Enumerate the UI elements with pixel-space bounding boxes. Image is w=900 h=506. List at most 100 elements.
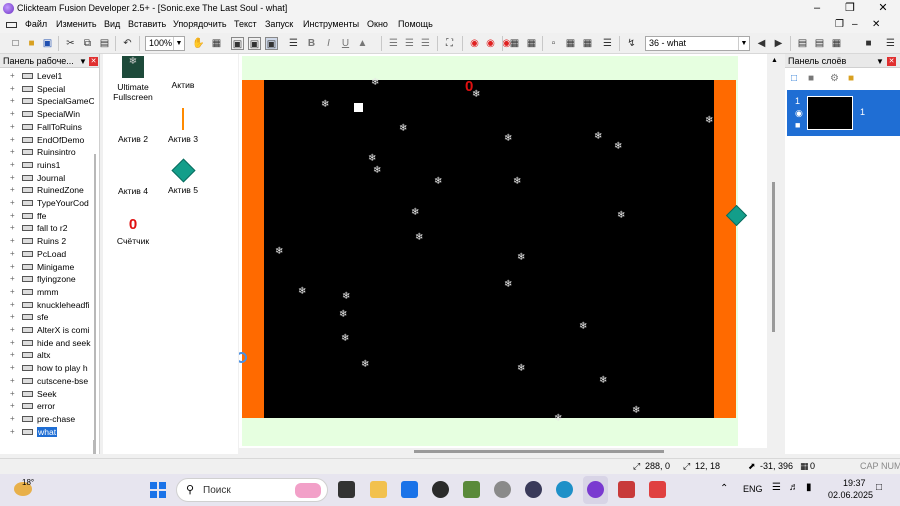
align-right-icon[interactable]: ☰ [419,37,432,50]
snowflake-icon[interactable]: ❄ [594,132,602,142]
snowflake-icon[interactable]: ❄ [321,100,329,110]
restore-icon[interactable]: ❐ [835,19,844,30]
menu-arrange[interactable]: Упорядочить [173,19,227,29]
paste-icon[interactable]: ▤ [98,37,111,50]
expand-icon[interactable]: + [10,186,18,194]
align-left-icon[interactable]: ☰ [387,37,400,50]
underline-icon[interactable]: U [339,37,352,50]
stop-icon[interactable]: ◉ [468,37,481,50]
italic-icon[interactable]: I [322,37,335,50]
menu-text[interactable]: Текст [234,19,257,29]
previous-frame-icon[interactable]: ◀ [755,37,768,50]
data-elements-icon[interactable]: ▦ [581,37,594,50]
clickteam-fusion-icon[interactable] [587,481,604,498]
workspace-frame-item[interactable]: + error [0,400,94,413]
lock-layer-icon[interactable]: ■ [848,73,854,84]
workspace-frame-item[interactable]: + Ruins 2 [0,235,94,248]
snowflake-icon[interactable]: ❄ [434,177,442,187]
snowflake-icon[interactable]: ❄ [361,360,369,370]
snowflake-icon[interactable]: ❄ [368,154,376,164]
workspace-frame-item[interactable]: + flyingzone [0,273,94,286]
expand-icon[interactable]: + [10,84,18,93]
pin-icon[interactable]: ▼ [79,57,87,66]
expand-icon[interactable]: + [10,237,18,245]
file-explorer-icon[interactable] [370,481,387,498]
expand-icon[interactable]: + [10,275,18,283]
expand-icon[interactable]: + [10,414,18,423]
app-icon-2[interactable] [525,481,542,498]
view-icon[interactable]: ▣ [248,37,261,50]
copy-icon[interactable]: ⧉ [81,37,94,50]
input-language[interactable]: ENG [743,484,763,494]
window-icon[interactable]: ▤ [813,37,826,50]
workspace-frame-item[interactable]: + FallToRuins [0,121,94,134]
lock-icon[interactable]: ■ [795,120,800,130]
snowflake-icon[interactable]: ❄ [504,280,512,290]
clock-time[interactable]: 19:37 [843,478,866,488]
workspace-frame-item[interactable]: + PcLoad [0,248,94,261]
workspace-frame-item[interactable]: + how to play h [0,362,94,375]
volume-icon[interactable]: ♬ [789,482,799,493]
system-menu-icon[interactable] [6,22,17,28]
workspace-frame-item[interactable]: + Seek [0,388,94,401]
fit-frame-icon[interactable]: ⛶ [443,37,456,50]
menu-insert[interactable]: Вставить [128,19,166,29]
pin-icon[interactable]: ▼ [876,57,884,66]
open-folder-icon[interactable]: ■ [25,37,38,50]
properties-icon[interactable]: ▤ [796,37,809,50]
layer-row-1[interactable]: 1 ◉ ■ 1 [787,90,900,136]
vertical-scrollbar[interactable]: ▲ [767,54,781,454]
expand-icon[interactable]: + [10,313,18,321]
workspace-frame-item[interactable]: + fall to r2 [0,222,94,235]
snowflake-icon[interactable]: ❄ [339,310,347,320]
text-align-icon[interactable]: ☰ [287,37,300,50]
expand-icon[interactable]: + [10,122,18,131]
frame-editor-icon[interactable]: ▦ [525,37,538,50]
app-icon-4[interactable] [649,481,666,498]
maximize-button[interactable]: ❐ [835,0,865,17]
bold-icon[interactable]: B [305,37,318,50]
expand-icon[interactable]: + [10,376,18,385]
next-frame-icon[interactable]: ▶ [772,37,785,50]
app-icon-3[interactable] [618,481,635,498]
snowflake-icon[interactable]: ❄ [599,376,607,386]
expand-icon[interactable]: + [10,351,18,359]
close-child-icon[interactable]: ✕ [872,19,880,30]
snowflake-icon[interactable]: ❄ [298,287,306,297]
workspace-frame-item[interactable]: + mmm [0,286,94,299]
snowflake-icon[interactable]: ❄ [705,116,713,126]
snowflake-icon[interactable]: ❄ [472,90,480,100]
workspace-frame-item[interactable]: + altx [0,349,94,362]
expand-icon[interactable]: + [10,211,18,220]
workspace-frame-item[interactable]: + EndOfDemo [0,134,94,147]
workspace-frame-item[interactable]: + Ruinsintro [0,146,94,159]
snowflake-icon[interactable]: ❄ [373,166,381,176]
expand-icon[interactable]: + [10,389,18,398]
list-view-icon[interactable]: ☰ [601,37,614,50]
store-icon[interactable] [401,481,418,498]
app-icon-1[interactable] [432,481,449,498]
expand-icon[interactable]: + [10,199,18,207]
view-active-icon[interactable]: ▣ [265,37,278,50]
workspace-frame-item[interactable]: + what [0,426,94,439]
layer-options-icon[interactable]: ⚙ [830,73,839,84]
workspace-frame-item[interactable]: + SpecialWin [0,108,94,121]
cut-icon[interactable]: ✂ [64,37,77,50]
task-view-icon[interactable] [338,481,355,498]
close-button[interactable]: ✕ [868,0,898,17]
frame-select[interactable]: 36 - what ▼ [645,36,750,51]
clock-date[interactable]: 02.06.2025 [828,490,873,500]
expand-icon[interactable]: + [10,427,18,436]
menu-edit[interactable]: Изменить [56,19,97,29]
minecraft-icon[interactable] [463,481,480,498]
frame-view-icon[interactable]: ▣ [231,37,244,50]
workspace-frame-item[interactable]: + RuinedZone [0,184,94,197]
horizontal-scroll-thumb[interactable] [414,450,664,453]
workspace-frame-item[interactable]: + cutscene-bse [0,375,94,388]
snowflake-icon[interactable]: ❄ [371,78,379,88]
minimize-button[interactable]: – [802,0,832,17]
expand-icon[interactable]: + [10,402,18,410]
object-active-5[interactable]: Актив 5 [153,158,213,195]
workspace-frame-item[interactable]: + Journal [0,172,94,185]
zoom-select[interactable]: 100% ▼ [145,36,185,51]
